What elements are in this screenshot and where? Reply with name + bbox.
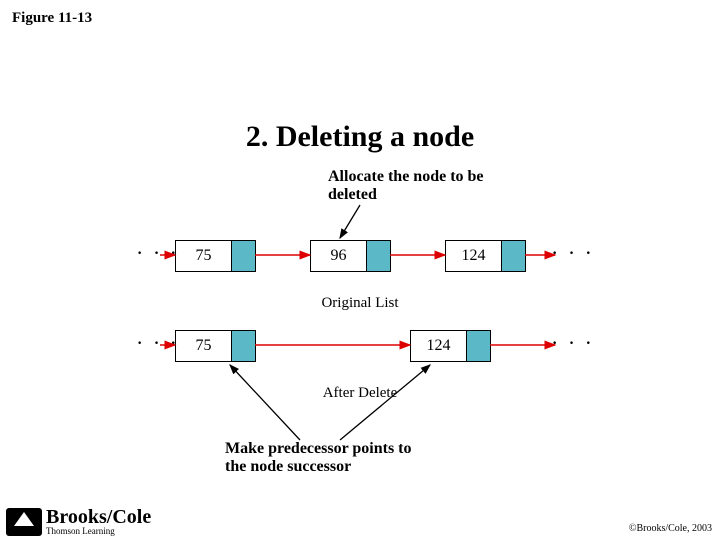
pointer-box-icon xyxy=(366,241,390,271)
pointer-box-icon xyxy=(466,331,490,361)
caption-original: Original List xyxy=(130,295,590,312)
annotation-allocate: Allocate the node to be deleted xyxy=(328,168,484,205)
pointer-box-icon xyxy=(501,241,525,271)
tree-icon xyxy=(6,508,42,536)
pointer-box-icon xyxy=(231,241,255,271)
node-124-after: 124 xyxy=(410,330,491,362)
ellipsis-right-1: · · · xyxy=(545,240,600,266)
node-75-original: 75 xyxy=(175,240,256,272)
publisher-logo: Brooks/Cole Thomson Learning xyxy=(6,508,151,536)
ellipsis-right-2: · · · xyxy=(545,330,600,356)
copyright-text: ©Brooks/Cole, 2003 xyxy=(629,523,712,534)
node-75-after: 75 xyxy=(175,330,256,362)
node-96-original: 96 xyxy=(310,240,391,272)
figure-label: Figure 11-13 xyxy=(12,10,92,27)
logo-brand: Brooks/Cole xyxy=(46,508,151,526)
annotation-predecessor: Make predecessor points to the node succ… xyxy=(225,440,412,477)
diagram-title: 2. Deleting a node xyxy=(0,120,720,154)
node-124-original: 124 xyxy=(445,240,526,272)
pointer-box-icon xyxy=(231,331,255,361)
caption-after: After Delete xyxy=(130,385,590,402)
